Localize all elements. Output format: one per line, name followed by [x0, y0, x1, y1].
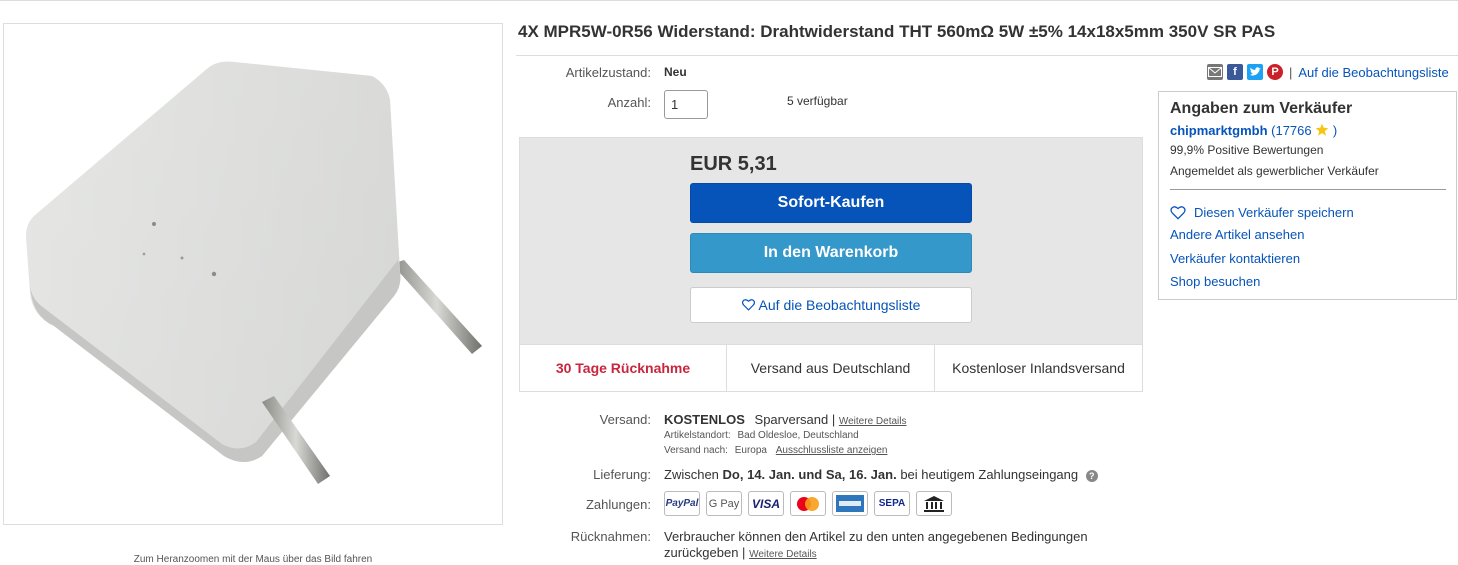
- seller-info-box: Angaben zum Verkäufer chipmarktgmbh (177…: [1158, 91, 1457, 300]
- seller-rating-close: ): [1332, 123, 1338, 138]
- star-icon: [1316, 123, 1329, 136]
- add-to-cart-button[interactable]: In den Warenkorb: [690, 233, 972, 273]
- watchlist-button[interactable]: Auf die Beobachtungsliste: [690, 287, 972, 323]
- heart-icon: [1170, 205, 1186, 220]
- feature-returns: 30 Tage Rücknahme: [520, 345, 727, 391]
- other-items-link[interactable]: Andere Artikel ansehen: [1170, 227, 1304, 242]
- feature-free-shipping: Kostenloser Inlandsversand: [952, 360, 1125, 376]
- facebook-icon[interactable]: f: [1227, 64, 1243, 80]
- seller-registered: Angemeldet als gewerblicher Verkäufer: [1170, 164, 1379, 178]
- item-location-row: Artikelstandort: Bad Oldesloe, Deutschla…: [664, 430, 859, 441]
- location-label: Artikelstandort:: [664, 430, 731, 441]
- available-count: 5 verfügbar: [787, 94, 848, 108]
- bank-icon: [924, 495, 944, 512]
- product-title: 4X MPR5W-0R56 Widerstand: Drahtwiderstan…: [518, 22, 1276, 41]
- condition-value: Neu: [664, 65, 687, 79]
- save-seller-link[interactable]: Diesen Verkäufer speichern: [1170, 205, 1354, 220]
- returns-text-line1: Verbraucher können den Artikel zu den un…: [664, 529, 1088, 544]
- visit-shop-link[interactable]: Shop besuchen: [1170, 274, 1260, 289]
- ships-to-row: Versand nach: Europa Ausschlussliste anz…: [664, 445, 887, 456]
- share-separator: |: [1289, 64, 1293, 80]
- payments-label: Zahlungen:: [585, 497, 651, 512]
- seller-rating-count[interactable]: (17766: [1271, 123, 1311, 138]
- pinterest-icon[interactable]: P: [1267, 64, 1283, 80]
- feature-ships-from: Versand aus Deutschland: [727, 345, 935, 391]
- returns-text-line2: zurückgeben | Weitere Details: [664, 545, 817, 560]
- seller-heading: Angaben zum Verkäufer: [1170, 100, 1353, 117]
- email-icon[interactable]: [1207, 64, 1223, 80]
- share-row: f P | Auf die Beobachtungsliste: [1207, 64, 1449, 80]
- condition-label: Artikelzustand:: [565, 65, 651, 80]
- delivery-and: und: [798, 467, 823, 482]
- mastercard-badge: [790, 491, 826, 516]
- shipping-details-link[interactable]: Weitere Details: [839, 416, 907, 427]
- feature-strip: 30 Tage Rücknahme Versand aus Deutschlan…: [520, 344, 1142, 391]
- shipping-label: Versand:: [599, 412, 651, 427]
- amex-icon: [836, 495, 864, 512]
- twitter-icon[interactable]: [1247, 64, 1263, 80]
- price: EUR 5,31: [690, 153, 777, 175]
- amex-badge: [832, 491, 868, 516]
- zoom-hint: Zum Heranzoomen mit der Maus über das Bi…: [133, 554, 373, 565]
- seller-name-link[interactable]: chipmarktgmbh: [1170, 123, 1268, 138]
- visa-badge: VISA: [748, 491, 784, 516]
- quantity-label: Anzahl:: [607, 95, 651, 110]
- location-value: Bad Oldesloe, Deutschland: [737, 430, 859, 441]
- help-icon[interactable]: ?: [1085, 469, 1098, 482]
- returns-label: Rücknahmen:: [570, 529, 651, 544]
- seller-name-row: chipmarktgmbh (17766 ): [1170, 123, 1337, 138]
- shipping-cost: KOSTENLOS: [664, 412, 745, 427]
- returns-details-link[interactable]: Weitere Details: [749, 549, 817, 560]
- top-border: [0, 0, 1458, 3]
- ships-to-value: Europa: [734, 445, 767, 456]
- delivery-prefix: Zwischen: [664, 467, 719, 482]
- mastercard-icon: [797, 496, 819, 511]
- resistor-photo: [26, 61, 482, 484]
- google-pay-badge: G Pay: [706, 491, 742, 516]
- heart-icon: [741, 299, 755, 311]
- quantity-input[interactable]: [664, 90, 708, 119]
- product-image[interactable]: [3, 23, 503, 525]
- paypal-badge: PayPal: [664, 491, 700, 516]
- ships-to-label: Versand nach:: [664, 445, 728, 456]
- delivery-row: Zwischen Do, 14. Jan. und Sa, 16. Jan. b…: [664, 467, 1098, 482]
- delivery-date-to: Sa, 16. Jan.: [825, 467, 897, 482]
- sepa-badge: SEPA: [874, 491, 910, 516]
- buy-now-button[interactable]: Sofort-Kaufen: [690, 183, 972, 223]
- header-watchlist-link[interactable]: Auf die Beobachtungsliste: [1298, 65, 1448, 80]
- delivery-suffix: bei heutigem Zahlungseingang: [900, 467, 1079, 482]
- delivery-date-from: Do, 14. Jan.: [722, 467, 795, 482]
- title-divider: [516, 55, 1458, 56]
- delivery-label: Lieferung:: [593, 467, 651, 482]
- bank-transfer-badge: [916, 491, 952, 516]
- watchlist-button-label: Auf die Beobachtungsliste: [758, 297, 921, 313]
- save-seller-label: Diesen Verkäufer speichern: [1194, 205, 1354, 220]
- seller-divider: [1170, 189, 1446, 190]
- shipping-method: Sparversand |: [754, 412, 836, 427]
- exclusions-link[interactable]: Ausschlussliste anzeigen: [776, 445, 888, 456]
- shipping-row: KOSTENLOS Sparversand | Weitere Details: [664, 412, 906, 427]
- contact-seller-link[interactable]: Verkäufer kontaktieren: [1170, 251, 1300, 266]
- returns-text-end: zurückgeben |: [664, 545, 746, 560]
- seller-feedback: 99,9% Positive Bewertungen: [1170, 143, 1324, 157]
